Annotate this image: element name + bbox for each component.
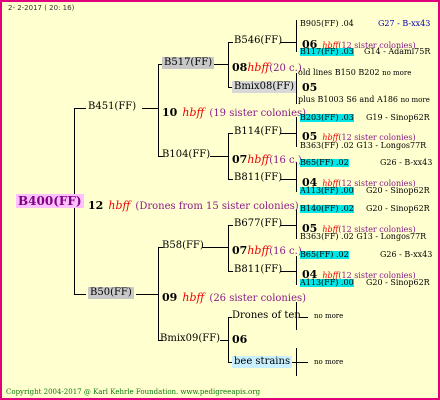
connector	[280, 42, 297, 43]
root-node[interactable]: B400(FF)	[16, 194, 84, 208]
leaf-row: A113(FF) .00	[300, 278, 354, 287]
leaf-origin: G14 - Adami75R	[364, 47, 431, 56]
connector	[296, 162, 297, 192]
connector	[300, 317, 308, 318]
gen3-node[interactable]: Bmix08(FF)	[232, 81, 297, 93]
gen1-drone-info: 09 hbff (26 sister colonies)	[162, 291, 307, 304]
gen2-drone-info: 07hbff(16 c.)	[232, 244, 302, 257]
gen1-node[interactable]: B50(FF)	[88, 287, 134, 299]
header-date: 2- 2-2017 ( 20: 16)	[8, 4, 75, 12]
root-drone-info: 12 hbff (Drones from 15 sister colonies)	[88, 199, 299, 212]
connector	[228, 225, 233, 226]
gen3-node[interactable]: B546(FF)	[234, 36, 282, 46]
connector	[210, 156, 229, 157]
gen3-node[interactable]: Drones of ten	[232, 311, 301, 321]
connector	[290, 362, 308, 363]
connector	[228, 225, 229, 271]
leaf-row: B117(FF) .03	[300, 47, 354, 56]
gen3-drone-number: 05	[302, 81, 318, 94]
connector	[142, 108, 159, 109]
leaf-row: B905(FF) .04 G27 - B-xx43	[300, 19, 431, 28]
connector	[74, 294, 86, 295]
leaf-row: plus B1003 S6 and A186 no more	[298, 95, 430, 104]
leaf-row: B363(FF) .02 G13 - Longos77R	[300, 141, 427, 150]
connector	[296, 117, 297, 147]
no-more-label: no more	[314, 312, 344, 320]
no-more-label: no more	[314, 358, 344, 366]
connector	[280, 225, 297, 226]
leaf-row: B65(FF) .02	[300, 158, 349, 167]
gen2-node[interactable]: B58(FF)	[162, 241, 204, 251]
gen2-node[interactable]: Bmix09(FF)	[160, 334, 220, 344]
connector	[220, 340, 229, 341]
connector	[202, 247, 229, 248]
leaf-row: B140(FF) .02	[300, 204, 354, 213]
leaf-row: B363(FF) .02 G13 - Longos77R	[300, 232, 427, 241]
connector	[280, 271, 297, 272]
connector	[280, 133, 297, 134]
connector	[228, 133, 233, 134]
gen1-node[interactable]: B451(FF)	[88, 102, 136, 112]
gen3-node[interactable]: bee strains	[232, 356, 293, 368]
leaf-row: B65(FF) .02	[300, 250, 349, 259]
leaf-origin: G26 - B-xx43	[380, 158, 433, 167]
leaf-row: A113(FF) .00	[300, 186, 354, 195]
connector	[296, 20, 297, 52]
gen2-drone-info: 08hbff(20 c.)	[232, 61, 302, 74]
gen2-node[interactable]: B517(FF)	[162, 57, 215, 69]
leaf-origin: G19 - Sinop62R	[366, 113, 430, 122]
gen2-drone-info: 07hbff(16 c.)	[232, 153, 302, 166]
connector	[280, 179, 297, 180]
gen3-node[interactable]: B811(FF)	[234, 173, 282, 183]
leaf-origin: G20 - Sinop62R	[366, 204, 430, 213]
connector	[296, 73, 297, 104]
leaf-row: B203(FF) .03	[300, 113, 354, 122]
connector	[228, 271, 233, 272]
gen2-node[interactable]: B104(FF)	[162, 150, 210, 160]
leaf-origin: G20 - Sinop62R	[366, 278, 430, 287]
footer-copyright: Copyright 2004-2017 @ Karl Kehrle Founda…	[6, 388, 261, 396]
gen3-node[interactable]: B677(FF)	[234, 219, 282, 229]
connector	[74, 108, 86, 109]
pedigree-chart: 2- 2-2017 ( 20: 16) B400(FF) 12 hbff (Dr…	[0, 0, 440, 400]
gen1-drone-info: 10 hbff (19 sister colonies)	[162, 106, 307, 119]
connector	[158, 64, 159, 156]
gen2-drone-number: 06	[232, 333, 248, 346]
connector	[136, 294, 159, 295]
gen3-node[interactable]: B114(FF)	[234, 127, 282, 137]
leaf-origin: G26 - B-xx43	[380, 250, 433, 259]
connector	[296, 209, 297, 239]
leaf-row: old lines B150 B202 no more	[298, 68, 412, 77]
connector	[228, 179, 233, 180]
leaf-origin: G20 - Sinop62R	[366, 186, 430, 195]
connector	[228, 42, 233, 43]
gen3-node[interactable]: B811(FF)	[234, 265, 282, 275]
